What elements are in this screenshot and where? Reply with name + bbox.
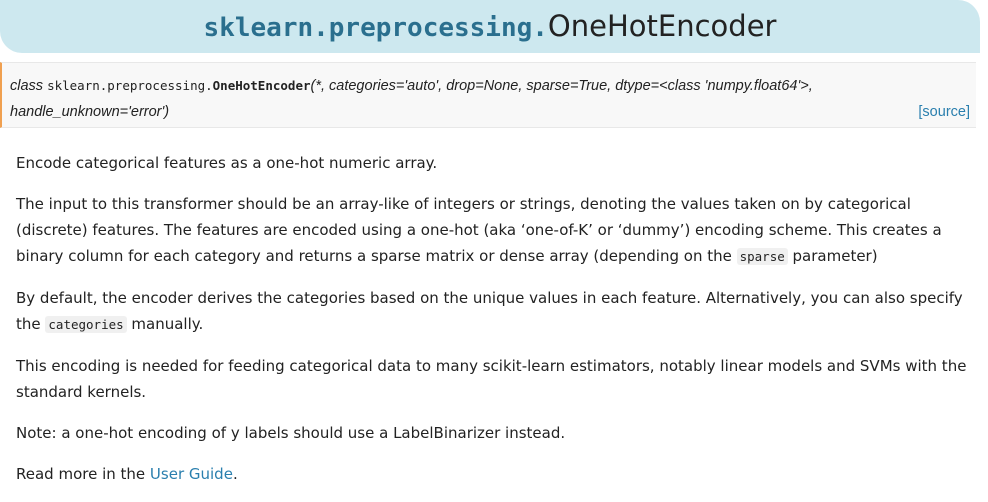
signature-params-2: handle_unknown='error') (10, 104, 170, 120)
source-link[interactable]: [source] (918, 99, 970, 125)
signature-keyword: class (10, 78, 44, 94)
title-class: OneHotEncoder (547, 9, 777, 43)
paragraph: Encode categorical features as a one-hot… (16, 154, 438, 172)
text: manually. (126, 315, 204, 333)
user-guide-link[interactable]: User Guide (150, 465, 233, 483)
description: Encode categorical features as a one-hot… (16, 150, 981, 502)
text: Read more in the (16, 465, 150, 483)
paragraph: Read more in the User Guide. (16, 461, 981, 487)
text: parameter) (787, 247, 878, 265)
code-sparse: sparse (736, 248, 788, 265)
signature-box: class sklearn.preprocessing.OneHotEncode… (0, 62, 976, 128)
paragraph: By default, the encoder derives the cate… (16, 285, 981, 338)
paragraph: This encoding is needed for feeding cate… (16, 357, 967, 401)
page-title: sklearn.preprocessing.OneHotEncoder (0, 0, 980, 53)
signature-module: sklearn.preprocessing. (47, 78, 213, 93)
text: . (232, 465, 238, 483)
signature-params-1: (*, categories='auto', drop=None, sparse… (310, 78, 813, 94)
title-module: sklearn.preprocessing. (203, 13, 548, 43)
paragraph: The input to this transformer should be … (16, 191, 981, 270)
paragraph: Note: a one-hot encoding of y labels sho… (16, 424, 566, 442)
signature-name: OneHotEncoder (212, 78, 311, 93)
code-categories: categories (45, 316, 127, 333)
